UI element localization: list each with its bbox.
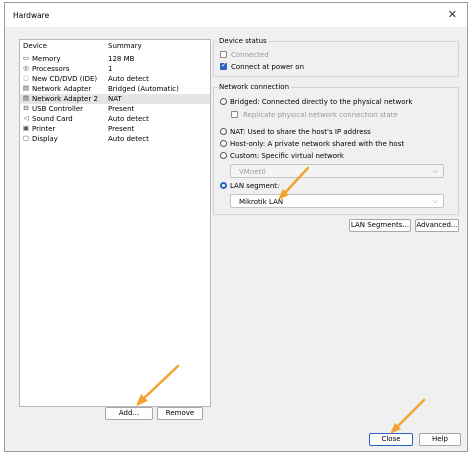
arrow-to-lan-segment bbox=[278, 166, 310, 200]
arrow-to-add-button bbox=[136, 364, 180, 406]
arrow-to-close-button bbox=[390, 398, 426, 434]
annotation-arrows bbox=[136, 166, 426, 434]
